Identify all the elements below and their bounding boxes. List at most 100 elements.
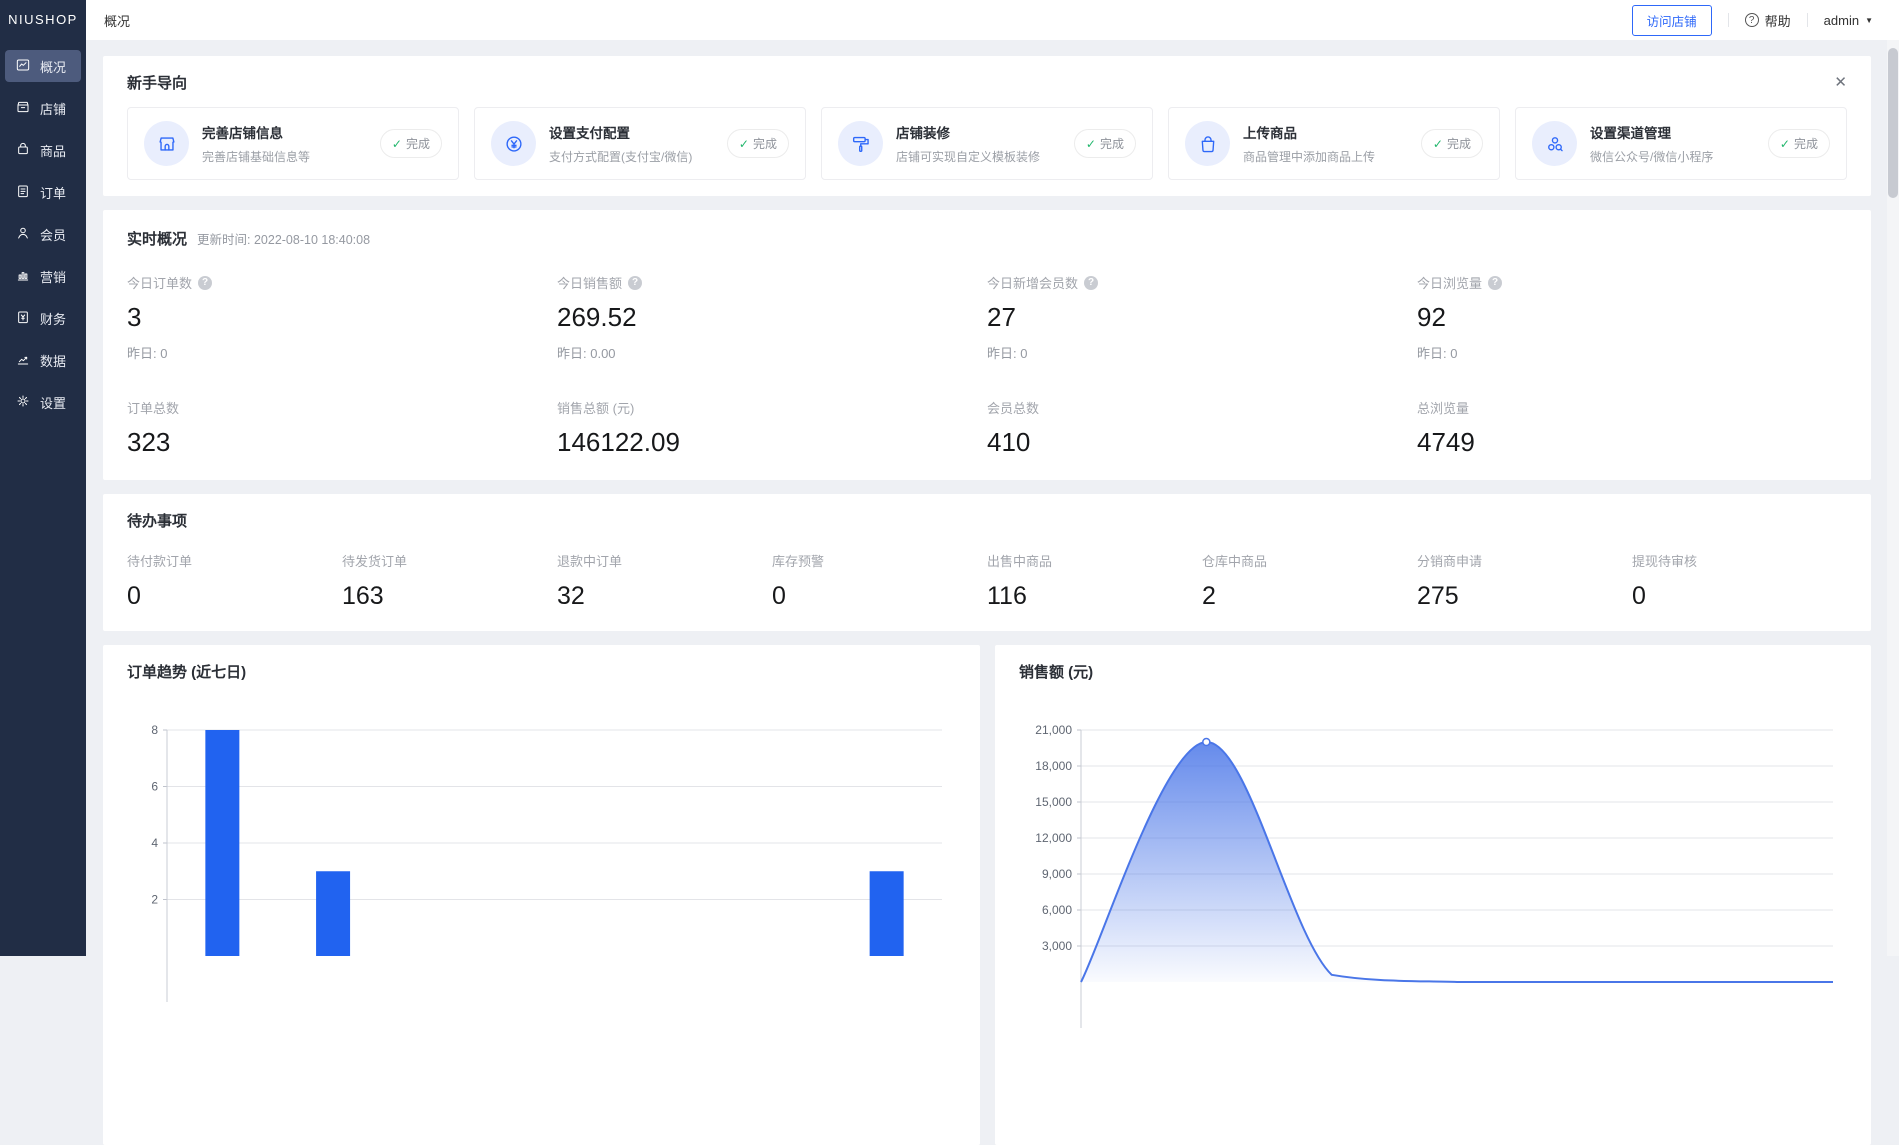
breadcrumb: 概况 — [104, 11, 130, 30]
stat-total-sales: 销售总额 (元) 146122.09 — [557, 398, 987, 458]
update-time: 更新时间: 2022-08-10 18:40:08 — [197, 229, 370, 248]
guide-card-subtitle: 店铺可实现自定义模板装修 — [896, 148, 1040, 165]
done-badge: ✓完成 — [380, 129, 442, 158]
todo-item-warehouse-goods[interactable]: 仓库中商品 2 — [1202, 551, 1417, 611]
sidebar-item-settings[interactable]: 设置 — [5, 386, 81, 418]
stat-today-new-members: 今日新增会员数? 27 昨日: 0 — [987, 273, 1417, 362]
sidebar-item-label: 设置 — [40, 393, 66, 412]
orders-trend-chart: 2468 — [127, 716, 956, 1007]
guide-card-title: 店铺装修 — [896, 122, 1040, 142]
sidebar-item-data[interactable]: 数据 — [5, 344, 81, 376]
todo-item-refunding-orders[interactable]: 退款中订单 32 — [557, 551, 772, 611]
stat-yesterday: 昨日: 0 — [987, 343, 1417, 362]
stat-yesterday: 昨日: 0 — [127, 343, 557, 362]
paint-roller-icon — [838, 121, 883, 166]
check-icon: ✓ — [739, 137, 749, 151]
guide-card-title: 完善店铺信息 — [202, 122, 310, 142]
stat-value: 410 — [987, 427, 1417, 458]
svg-text:6,000: 6,000 — [1042, 903, 1072, 917]
sidebar-item-label: 营销 — [40, 267, 66, 286]
guide-card-subtitle: 支付方式配置(支付宝/微信) — [549, 148, 692, 165]
guide-card-title: 上传商品 — [1243, 122, 1375, 142]
stat-value: 323 — [127, 427, 557, 458]
help-icon[interactable]: ? — [198, 276, 212, 290]
guide-card-title: 设置支付配置 — [549, 122, 692, 142]
help-icon: ? — [1745, 13, 1759, 27]
shop-icon — [15, 99, 31, 118]
sidebar-item-label: 会员 — [40, 225, 66, 244]
scrollbar-thumb[interactable] — [1888, 48, 1898, 198]
sidebar-item-finance[interactable]: 财务 — [5, 302, 81, 334]
help-icon[interactable]: ? — [1084, 276, 1098, 290]
guide-card-channels[interactable]: 设置渠道管理 微信公众号/微信小程序 ✓完成 — [1515, 107, 1847, 180]
done-badge: ✓完成 — [1074, 129, 1136, 158]
sidebar: NIUSHOP 概况 店铺 商品 订单 会员 营销 财务 数据 设置 — [0, 0, 86, 956]
svg-text:15,000: 15,000 — [1035, 795, 1072, 809]
todo-item-withdrawal-review[interactable]: 提现待审核 0 — [1632, 551, 1847, 611]
svg-text:3,000: 3,000 — [1042, 939, 1072, 953]
sidebar-item-label: 店铺 — [40, 99, 66, 118]
done-badge: ✓完成 — [1421, 129, 1483, 158]
divider — [1807, 13, 1808, 27]
todo-item-unpaid-orders[interactable]: 待付款订单 0 — [127, 551, 342, 611]
check-icon: ✓ — [392, 137, 402, 151]
sidebar-item-shop[interactable]: 店铺 — [5, 92, 81, 124]
stat-total-members: 会员总数 410 — [987, 398, 1417, 458]
data-chart-icon — [15, 351, 31, 370]
overview-icon — [15, 57, 31, 76]
app-logo: NIUSHOP — [0, 0, 86, 40]
guide-card-upload-goods[interactable]: 上传商品 商品管理中添加商品上传 ✓完成 — [1168, 107, 1500, 180]
visit-shop-button[interactable]: 访问店铺 — [1632, 5, 1712, 36]
marketing-bars-icon — [15, 267, 31, 286]
chevron-down-icon: ▼ — [1865, 16, 1873, 25]
svg-text:21,000: 21,000 — [1035, 723, 1072, 737]
sales-amount-title: 销售额 (元) — [1019, 664, 1093, 681]
todo-item-distributor-applications[interactable]: 分销商申请 275 — [1417, 551, 1632, 611]
guide-card-title: 设置渠道管理 — [1590, 122, 1713, 142]
stat-today-views: 今日浏览量? 92 昨日: 0 — [1417, 273, 1847, 362]
sidebar-item-marketing[interactable]: 营销 — [5, 260, 81, 292]
guide-card-payment[interactable]: 设置支付配置 支付方式配置(支付宝/微信) ✓完成 — [474, 107, 806, 180]
svg-text:2: 2 — [151, 893, 158, 907]
svg-text:6: 6 — [151, 780, 158, 794]
order-trend-title: 订单趋势 (近七日) — [127, 664, 246, 681]
stat-total-views: 总浏览量 4749 — [1417, 398, 1847, 458]
sidebar-item-member[interactable]: 会员 — [5, 218, 81, 250]
help-link[interactable]: ? 帮助 — [1745, 11, 1791, 30]
close-icon[interactable]: ✕ — [1834, 75, 1847, 90]
guide-card-decoration[interactable]: 店铺装修 店铺可实现自定义模板装修 ✓完成 — [821, 107, 1153, 180]
guide-card-subtitle: 微信公众号/微信小程序 — [1590, 148, 1713, 165]
scrollbar-track[interactable] — [1887, 40, 1899, 956]
sales-amount-card: 销售额 (元) 3,0006,0009,00012,00015,00018,00… — [995, 645, 1871, 1145]
channels-icon — [1532, 121, 1577, 166]
help-icon[interactable]: ? — [628, 276, 642, 290]
todo-item-to-ship-orders[interactable]: 待发货订单 163 — [342, 551, 557, 611]
guide-card-shop-info[interactable]: 完善店铺信息 完善店铺基础信息等 ✓完成 — [127, 107, 459, 180]
topbar: 概况 访问店铺 ? 帮助 admin ▼ — [86, 0, 1899, 40]
finance-yen-book-icon — [15, 309, 31, 328]
stat-value: 146122.09 — [557, 427, 987, 458]
stat-value: 27 — [987, 302, 1417, 333]
user-menu[interactable]: admin ▼ — [1824, 13, 1873, 28]
storefront-icon — [144, 121, 189, 166]
sidebar-item-order[interactable]: 订单 — [5, 176, 81, 208]
todo-item-stock-warning[interactable]: 库存预警 0 — [772, 551, 987, 611]
guide-card-subtitle: 商品管理中添加商品上传 — [1243, 148, 1375, 165]
stat-value: 4749 — [1417, 427, 1847, 458]
sidebar-item-label: 概况 — [40, 57, 66, 76]
goods-bag-icon — [15, 141, 31, 160]
order-trend-card: 订单趋势 (近七日) 2468 — [103, 645, 980, 1145]
help-icon[interactable]: ? — [1488, 276, 1502, 290]
stat-value: 92 — [1417, 302, 1847, 333]
realtime-title: 实时概况 — [127, 228, 187, 249]
todo-card: 待办事项 待付款订单 0 待发货订单 163 退款中订单 32 库存预警 0 出… — [103, 494, 1871, 631]
stat-yesterday: 昨日: 0.00 — [557, 343, 987, 362]
sidebar-item-goods[interactable]: 商品 — [5, 134, 81, 166]
todo-item-on-sale-goods[interactable]: 出售中商品 116 — [987, 551, 1202, 611]
stat-yesterday: 昨日: 0 — [1417, 343, 1847, 362]
done-badge: ✓完成 — [727, 129, 789, 158]
guide-title: 新手导向 — [127, 72, 187, 93]
stat-today-orders: 今日订单数? 3 昨日: 0 — [127, 273, 557, 362]
sidebar-item-overview[interactable]: 概况 — [5, 50, 81, 82]
realtime-overview-card: 实时概况 更新时间: 2022-08-10 18:40:08 今日订单数? 3 … — [103, 210, 1871, 480]
